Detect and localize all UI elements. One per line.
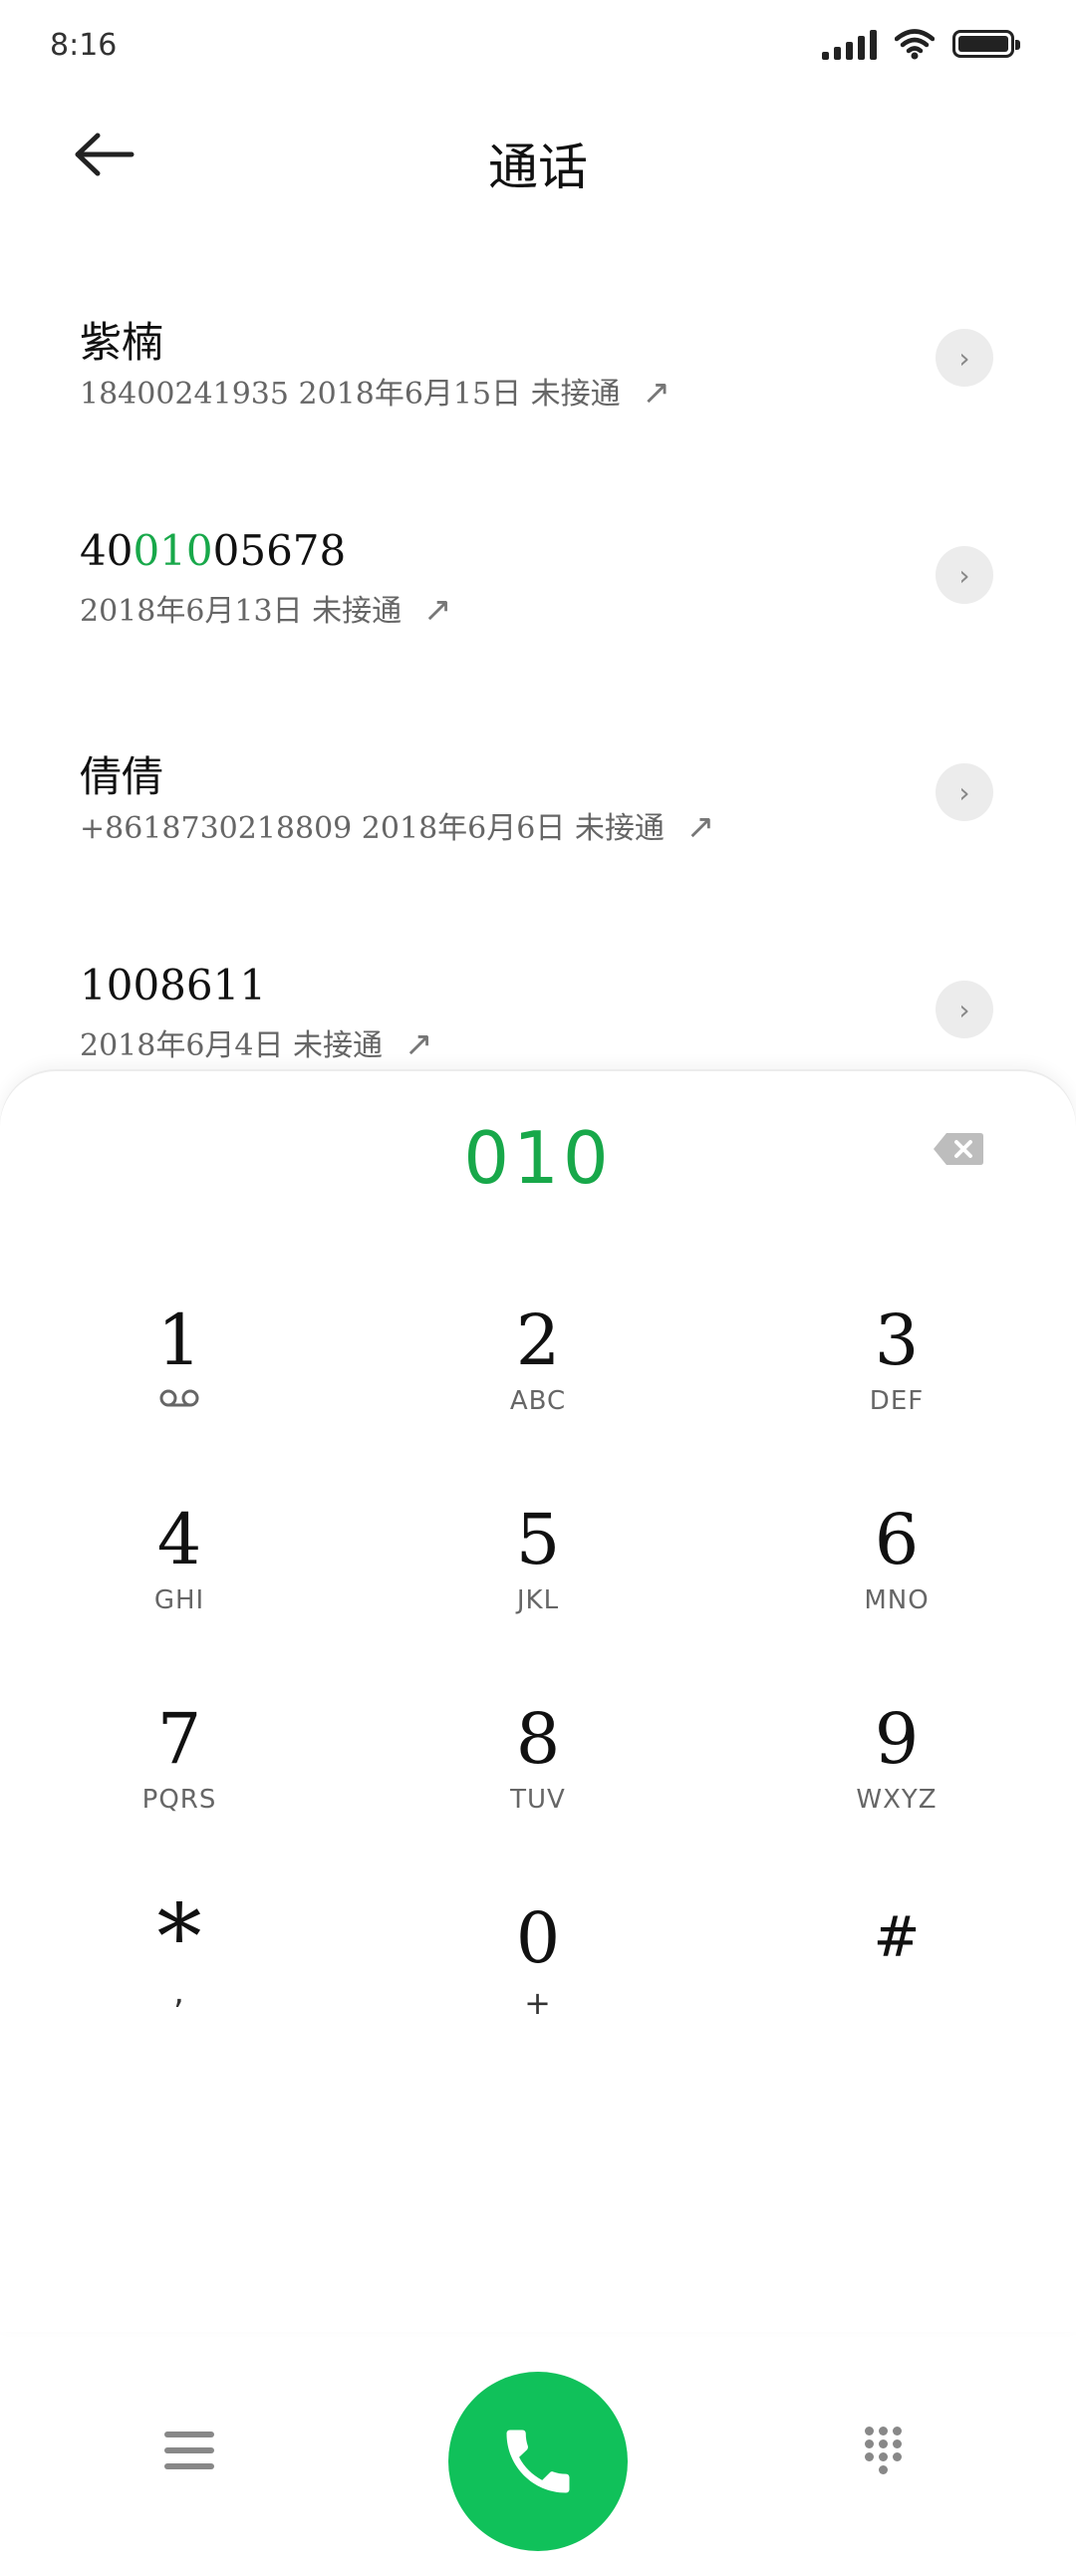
- call-log-list: 紫楠 18400241935 2018年6月15日 未接通 ↗ › 4001005…: [0, 269, 1076, 1138]
- phone-icon: [506, 2430, 570, 2493]
- contact-name: 紫楠: [80, 318, 164, 367]
- signal-icon: [822, 28, 877, 60]
- contact-number: 4001005678: [80, 526, 346, 575]
- key-6[interactable]: 6 MNO: [767, 1500, 1026, 1669]
- key-hash[interactable]: #: [767, 1898, 1026, 2068]
- key-digit: 5: [515, 1499, 561, 1580]
- outgoing-call-icon: ↗: [642, 373, 672, 413]
- number-match-highlight: 010: [133, 526, 213, 575]
- key-3[interactable]: 3 DEF: [767, 1300, 1026, 1470]
- key-digit: 8: [515, 1698, 561, 1780]
- key-4[interactable]: 4 GHI: [50, 1500, 309, 1669]
- key-letters: JKL: [516, 1585, 560, 1615]
- key-9[interactable]: 9 WXYZ: [767, 1699, 1026, 1868]
- voicemail-icon: [159, 1389, 199, 1407]
- outgoing-call-icon: ↗: [423, 590, 452, 630]
- dialer-actions: [0, 2372, 1076, 2576]
- key-letters: TUV: [510, 1785, 566, 1815]
- key-5[interactable]: 5 JKL: [408, 1500, 668, 1669]
- key-digit: 2: [515, 1299, 561, 1381]
- key-2[interactable]: 2 ABC: [408, 1300, 668, 1470]
- call-meta: 18400241935 2018年6月15日 未接通 ↗: [80, 369, 671, 413]
- key-digit: #: [873, 1905, 921, 1970]
- menu-icon[interactable]: [164, 2432, 214, 2473]
- call-log-item[interactable]: 4001005678 2018年6月13日 未接通 ↗ ›: [0, 486, 1076, 704]
- key-letters: PQRS: [141, 1785, 217, 1815]
- key-digit: 9: [874, 1698, 920, 1780]
- status-bar: 8:16: [0, 0, 1076, 95]
- key-digit: 3: [874, 1299, 920, 1381]
- key-7[interactable]: 7 PQRS: [50, 1699, 309, 1868]
- key-letters: ,: [173, 1972, 185, 2012]
- contact-name: 倩倩: [80, 752, 164, 801]
- key-digit: 7: [156, 1698, 202, 1780]
- key-0[interactable]: 0 +: [408, 1898, 668, 2068]
- key-8[interactable]: 8 TUV: [408, 1699, 668, 1868]
- call-log-item[interactable]: 紫楠 18400241935 2018年6月15日 未接通 ↗ ›: [0, 269, 1076, 486]
- details-chevron-icon[interactable]: ›: [936, 546, 993, 604]
- call-meta-text: +8618730218809 2018年6月6日 未接通: [80, 811, 665, 846]
- dialed-number-display: 010: [463, 1116, 613, 1200]
- number-part: 05678: [212, 526, 347, 575]
- key-letters: DEF: [869, 1386, 925, 1416]
- call-button[interactable]: [448, 2372, 628, 2551]
- key-letters: WXYZ: [856, 1785, 938, 1815]
- call-log-item[interactable]: 倩倩 +8618730218809 2018年6月6日 未接通 ↗ ›: [0, 704, 1076, 921]
- key-letters: MNO: [864, 1585, 930, 1615]
- key-digit: 4: [156, 1499, 202, 1580]
- details-chevron-icon[interactable]: ›: [936, 981, 993, 1038]
- key-1[interactable]: 1: [50, 1300, 309, 1470]
- status-time: 8:16: [50, 28, 118, 63]
- contact-number: 1008611: [80, 961, 267, 1009]
- battery-icon: [952, 30, 1020, 58]
- call-meta-text: 18400241935 2018年6月15日 未接通: [80, 377, 621, 412]
- call-meta: 2018年6月4日 未接通 ↗: [80, 1020, 433, 1064]
- header: 通话: [0, 110, 1076, 199]
- key-digit: 6: [874, 1499, 920, 1580]
- backspace-icon[interactable]: [933, 1131, 984, 1167]
- number-part: 40: [80, 526, 134, 575]
- status-icons: [822, 28, 1020, 60]
- call-meta: +8618730218809 2018年6月6日 未接通 ↗: [80, 803, 714, 847]
- details-chevron-icon[interactable]: ›: [936, 329, 993, 387]
- dialpad-toggle-icon[interactable]: [865, 2427, 909, 2480]
- dialer-panel: 010 1 2 ABC 3 DEF 4 GHI 5 JKL 6 MNO 7 PQ…: [0, 1071, 1076, 2551]
- key-digit: 1: [156, 1299, 202, 1381]
- key-letters: +: [524, 1984, 552, 2022]
- key-star[interactable]: * ,: [50, 1885, 309, 2068]
- call-meta-text: 2018年6月4日 未接通: [80, 1028, 384, 1063]
- wifi-icon: [895, 29, 935, 60]
- page-title: 通话: [488, 139, 588, 196]
- key-digit: *: [156, 1885, 202, 1990]
- call-meta: 2018年6月13日 未接通 ↗: [80, 586, 452, 630]
- key-letters: GHI: [153, 1585, 205, 1615]
- call-meta-text: 2018年6月13日 未接通: [80, 594, 403, 629]
- key-letters: ABC: [509, 1386, 567, 1416]
- outgoing-call-icon: ↗: [404, 1024, 433, 1064]
- outgoing-call-icon: ↗: [685, 807, 715, 847]
- details-chevron-icon[interactable]: ›: [936, 763, 993, 821]
- key-digit: 0: [515, 1897, 561, 1979]
